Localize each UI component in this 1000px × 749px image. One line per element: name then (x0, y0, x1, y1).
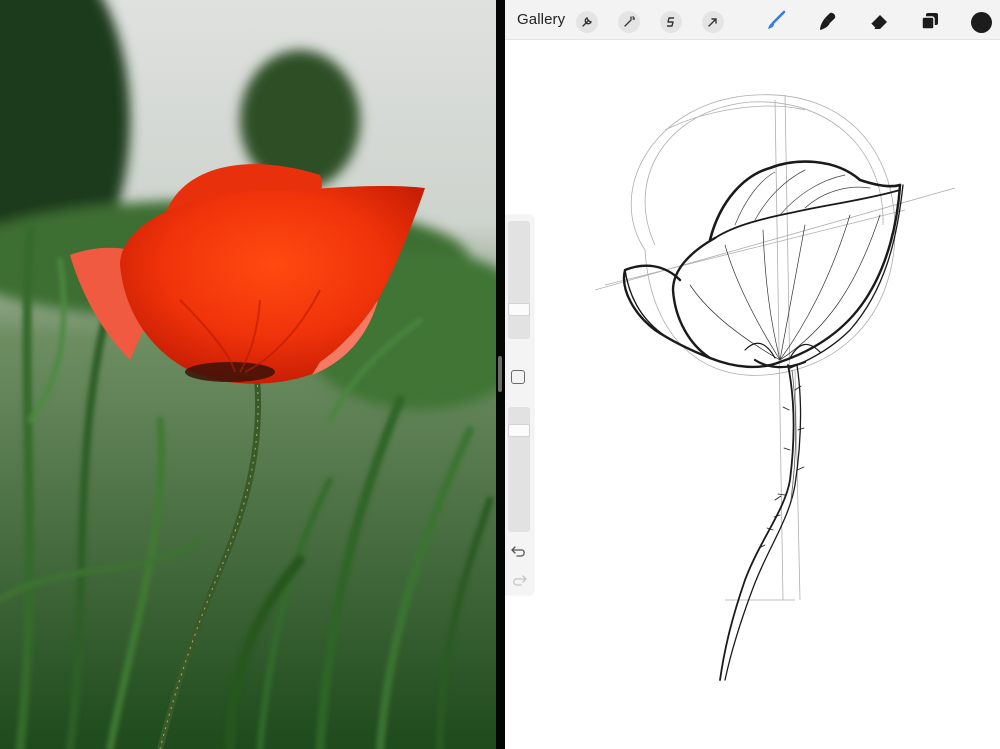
split-view: Gallery (0, 0, 1000, 749)
poppy-photo (0, 0, 496, 749)
wrench-icon[interactable] (576, 11, 598, 33)
top-toolbar: Gallery (505, 0, 1000, 40)
layers-icon[interactable] (917, 8, 943, 34)
poppy-sketch-canvas[interactable] (505, 40, 1000, 749)
split-divider[interactable] (496, 0, 505, 749)
color-picker-swatch[interactable] (971, 12, 992, 33)
opacity-slider[interactable] (508, 407, 530, 532)
selection-icon[interactable] (660, 11, 682, 33)
smudge-icon[interactable] (814, 8, 840, 34)
transform-arrow-icon[interactable] (702, 11, 724, 33)
drawing-app-pane: Gallery (505, 0, 1000, 749)
reference-photo-pane (0, 0, 496, 749)
opacity-thumb[interactable] (508, 424, 530, 437)
magic-wand-icon[interactable] (618, 11, 640, 33)
split-divider-handle[interactable] (498, 356, 502, 392)
redo-icon[interactable] (510, 572, 528, 588)
brush-size-slider[interactable] (508, 221, 530, 339)
undo-icon[interactable] (510, 543, 528, 559)
brush-icon[interactable] (763, 8, 789, 34)
brush-size-thumb[interactable] (508, 303, 530, 316)
brush-sidebar (505, 215, 533, 595)
eraser-icon[interactable] (866, 8, 892, 34)
modify-square-icon[interactable] (511, 370, 525, 384)
gallery-button[interactable]: Gallery (517, 11, 565, 28)
